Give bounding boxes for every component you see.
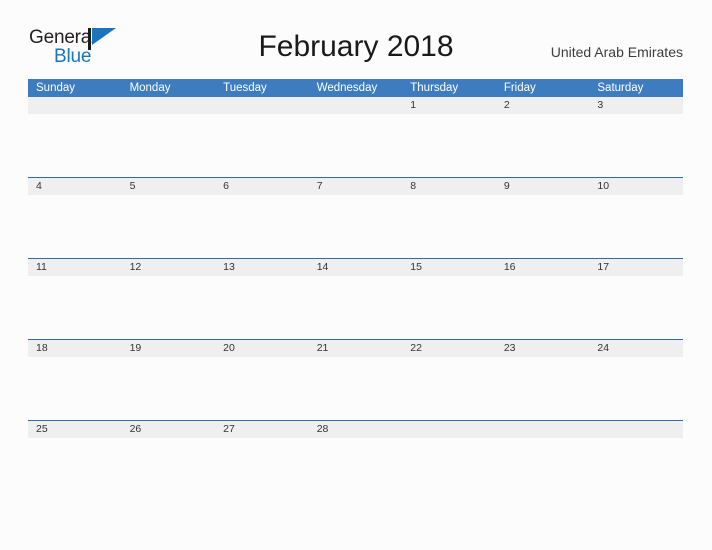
day-number: 17 — [589, 259, 683, 276]
day-number: 4 — [28, 178, 122, 195]
day-number — [215, 97, 309, 114]
day-cell[interactable] — [121, 97, 216, 178]
day-number: 15 — [402, 259, 496, 276]
day-cell[interactable] — [308, 97, 403, 178]
day-cell[interactable]: 25 — [28, 420, 122, 501]
day-cell[interactable]: 11 — [28, 258, 122, 340]
day-number: 20 — [215, 340, 309, 357]
country-label: United Arab Emirates — [550, 44, 683, 60]
day-cell[interactable]: 24 — [589, 339, 683, 421]
day-cell[interactable]: 21 — [308, 339, 403, 421]
day-cell[interactable] — [589, 420, 683, 501]
page-header: General Blue February 2018 United Arab E… — [0, 0, 712, 78]
day-cell[interactable]: 19 — [121, 339, 216, 421]
day-number: 14 — [308, 259, 403, 276]
day-number — [308, 97, 403, 114]
day-cell[interactable]: 14 — [308, 258, 403, 340]
day-number — [589, 421, 683, 438]
day-number: 10 — [589, 178, 683, 195]
weekday-header-sunday: Sunday — [28, 79, 122, 97]
day-cell[interactable] — [28, 97, 122, 178]
day-number: 28 — [308, 421, 403, 438]
calendar-table: Sunday Monday Tuesday Wednesday Thursday… — [28, 79, 683, 501]
day-cell[interactable]: 16 — [495, 258, 590, 340]
day-cell[interactable]: 6 — [215, 177, 309, 259]
day-number: 9 — [495, 178, 590, 195]
day-cell[interactable]: 10 — [589, 177, 683, 259]
day-cell[interactable]: 7 — [308, 177, 403, 259]
day-cell[interactable] — [402, 420, 496, 501]
day-cell[interactable]: 28 — [308, 420, 403, 501]
day-cell[interactable]: 12 — [121, 258, 216, 340]
day-cell[interactable]: 20 — [215, 339, 309, 421]
day-cell[interactable]: 15 — [402, 258, 496, 340]
day-cell[interactable]: 8 — [402, 177, 496, 259]
day-number: 18 — [28, 340, 122, 357]
day-number: 13 — [215, 259, 309, 276]
day-number: 23 — [495, 340, 590, 357]
weekday-header-saturday: Saturday — [589, 79, 683, 97]
day-cell[interactable]: 27 — [215, 420, 309, 501]
day-number: 7 — [308, 178, 403, 195]
day-cell[interactable]: 4 — [28, 177, 122, 259]
day-number: 3 — [589, 97, 683, 114]
day-cell[interactable]: 2 — [495, 97, 590, 178]
day-cell[interactable]: 3 — [589, 97, 683, 178]
day-cell[interactable]: 13 — [215, 258, 309, 340]
day-number: 27 — [215, 421, 309, 438]
day-cell[interactable] — [215, 97, 309, 178]
day-cell[interactable]: 18 — [28, 339, 122, 421]
weekday-header-monday: Monday — [121, 79, 216, 97]
day-number: 1 — [402, 97, 496, 114]
day-number: 19 — [121, 340, 216, 357]
calendar-page: General Blue February 2018 United Arab E… — [0, 0, 712, 550]
day-cell[interactable]: 9 — [495, 177, 590, 259]
day-cell[interactable]: 23 — [495, 339, 590, 421]
day-number: 8 — [402, 178, 496, 195]
day-number: 5 — [121, 178, 216, 195]
day-cell[interactable]: 5 — [121, 177, 216, 259]
day-number — [121, 97, 216, 114]
day-number: 16 — [495, 259, 590, 276]
month-calendar: Sunday Monday Tuesday Wednesday Thursday… — [28, 79, 683, 501]
calendar-header-row: Sunday Monday Tuesday Wednesday Thursday… — [28, 79, 683, 97]
day-number — [402, 421, 496, 438]
day-number: 11 — [28, 259, 122, 276]
calendar-week-row: 11 12 13 14 15 16 17 — [28, 258, 683, 340]
day-number: 21 — [308, 340, 403, 357]
day-number: 6 — [215, 178, 309, 195]
calendar-body: 1 2 3 4 5 6 7 8 9 10 11 12 13 14 15 16 1… — [28, 97, 683, 501]
day-cell[interactable]: 26 — [121, 420, 216, 501]
day-number: 22 — [402, 340, 496, 357]
day-number — [495, 421, 590, 438]
day-number: 24 — [589, 340, 683, 357]
day-number — [28, 97, 122, 114]
day-cell[interactable] — [495, 420, 590, 501]
weekday-header-wednesday: Wednesday — [308, 79, 403, 97]
calendar-week-row: 4 5 6 7 8 9 10 — [28, 177, 683, 259]
weekday-header-thursday: Thursday — [402, 79, 496, 97]
day-cell[interactable]: 1 — [402, 97, 496, 178]
weekday-header-friday: Friday — [495, 79, 590, 97]
day-number: 2 — [495, 97, 590, 114]
calendar-week-row: 25 26 27 28 — [28, 420, 683, 501]
calendar-week-row: 18 19 20 21 22 23 24 — [28, 339, 683, 421]
day-cell[interactable]: 17 — [589, 258, 683, 340]
calendar-week-row: 1 2 3 — [28, 97, 683, 178]
day-number: 12 — [121, 259, 216, 276]
weekday-header-tuesday: Tuesday — [215, 79, 309, 97]
day-number: 26 — [121, 421, 216, 438]
day-cell[interactable]: 22 — [402, 339, 496, 421]
day-number: 25 — [28, 421, 122, 438]
